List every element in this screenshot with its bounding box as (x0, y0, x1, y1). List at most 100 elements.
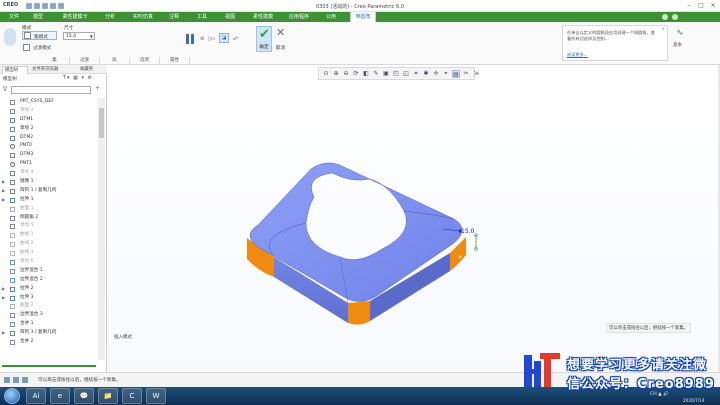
tree-item[interactable]: 倒圆角 2 (0, 214, 97, 223)
pause-icon[interactable] (186, 34, 194, 44)
taskbar-app-ie[interactable]: e (50, 388, 70, 404)
tab-live-simulation[interactable]: 实时仿真 (128, 12, 158, 22)
subtab-segments[interactable]: 段 (100, 57, 130, 65)
tree-item[interactable]: 草绘 4 (0, 169, 97, 178)
filter-icon[interactable]: ∇ (3, 86, 7, 93)
tab-file[interactable]: 文件 (4, 12, 24, 22)
minimize-icon[interactable]: – (684, 2, 694, 10)
round-icon (10, 215, 15, 221)
chevron-down-icon[interactable]: ▼ (90, 33, 93, 40)
wave-icon[interactable]: ∿ (676, 28, 684, 38)
tree-item[interactable]: ▶ 拉伸 1 (0, 196, 97, 205)
tree-item[interactable]: 曲线 2 (0, 240, 97, 249)
tab-model[interactable]: 模型 (28, 12, 48, 22)
add-icon[interactable]: + (95, 85, 100, 92)
expand-arrow-icon[interactable]: ▶ (2, 196, 7, 205)
tree-search-input[interactable] (11, 86, 91, 94)
tab-flexible-card[interactable]: 柔性建模卡 (56, 12, 94, 22)
tab-applications[interactable]: 应用程序 (284, 12, 314, 22)
tab-flexible-modeling[interactable]: 柔性建模 (248, 12, 278, 22)
tab-tools[interactable]: 工具 (192, 12, 212, 22)
tree-item[interactable]: 合并 1 (0, 320, 97, 329)
expand-arrow-icon[interactable]: ▶ (2, 329, 7, 338)
tree-item[interactable]: PRT_CSYS_DEF (0, 98, 97, 107)
tree-item[interactable]: 合并 2 (0, 338, 97, 347)
taskbar-app-illustrator[interactable]: Ai (26, 388, 46, 404)
graphics-viewport[interactable]: ⊙ ⊕ ⊖ ⟳ ◧ ✎ ▣ ◰ ◱ ⌗ ✱ ✢ ⌖ ▤ ✂ ⇲ 15.0 可以单… (108, 65, 720, 372)
tree-item[interactable]: 边界混合 2 (0, 276, 97, 285)
subtab-transitions[interactable]: 过渡 (70, 57, 100, 65)
expand-arrow-icon[interactable]: ▶ (2, 187, 7, 196)
help-icon[interactable] (662, 14, 668, 20)
tab-common[interactable]: 公用 (320, 12, 342, 22)
subtab-sets[interactable]: 集 (40, 57, 70, 65)
tree-item[interactable]: 曲面 1 (0, 205, 97, 214)
taskbar-app-creo[interactable]: C (122, 388, 142, 404)
tree-item[interactable]: 边界混合 1 (0, 267, 97, 276)
ok-button[interactable]: ✔ 确定 (256, 26, 272, 52)
tree-item[interactable]: ▶ 镜像 1 (0, 178, 97, 187)
expand-arrow-icon[interactable]: ▶ (2, 294, 7, 303)
tree-item[interactable]: DTM1 (0, 116, 97, 125)
tab-round[interactable]: 倒圆角 (350, 12, 376, 22)
right-group-label: 基本 (673, 43, 682, 48)
start-button[interactable] (4, 388, 20, 404)
cancel-button[interactable]: ✕ 取消 (273, 26, 288, 52)
panel-tab-model-tree[interactable]: 模型树 (2, 66, 28, 74)
no-preview-icon[interactable]: ⊘ (200, 36, 204, 42)
separate-preview-icon[interactable]: ▯▭ (208, 36, 215, 42)
tree-item-label: 曲面 1 (20, 205, 34, 211)
expand-arrow-icon[interactable]: ▶ (2, 285, 7, 294)
status-icon-1[interactable] (4, 377, 10, 383)
maximize-icon[interactable]: □ (696, 2, 706, 10)
transition-mode-button[interactable]: 过渡模式 (22, 43, 57, 52)
tree-item[interactable]: ▶ 阵列 1 / 复制几何 (0, 187, 97, 196)
panel-tab-folder-browser[interactable]: 文件夹浏览器 (32, 66, 76, 74)
tree-item[interactable]: DTM3 (0, 151, 97, 160)
set-mode-button[interactable]: 集模式 (22, 31, 57, 40)
taskbar-app-chat[interactable]: 💬 (74, 388, 94, 404)
expand-arrow-icon[interactable]: ▶ (2, 178, 7, 187)
watermark-overlay: 想要学习更多请关注微 信公众号：Creo8989 (520, 349, 720, 393)
tree-item[interactable]: PNT1 (0, 160, 97, 169)
tree-item[interactable]: ▶ 拉伸 2 (0, 285, 97, 294)
tree-item[interactable]: 草绘 5 (0, 222, 97, 231)
subtab-properties[interactable]: 属性 (160, 57, 190, 65)
taskbar-app-explorer[interactable]: 📁 (98, 388, 118, 404)
tab-annotate[interactable]: 注释 (164, 12, 184, 22)
close-icon[interactable]: × (708, 2, 718, 10)
tree-item[interactable]: PNT0 (0, 142, 97, 151)
tree-item[interactable]: ▶ 拉伸 3 (0, 294, 97, 303)
help-text: 在单击以定义的圆角段应用创建一个倒圆角，查看所有边选择及控制... (567, 30, 655, 41)
tree-item[interactable]: 草绘 1 (0, 107, 97, 116)
sketch-icon (10, 260, 15, 266)
subtab-options[interactable]: 选项 (130, 57, 160, 65)
tree-item[interactable]: 曲面 2 (0, 302, 97, 311)
tree-item[interactable]: 草绘 2 (0, 125, 97, 134)
tree-item-label: 倒圆角 2 (20, 214, 39, 220)
tree-scrollbar[interactable] (98, 98, 105, 360)
tab-analysis[interactable]: 分析 (100, 12, 120, 22)
connected-preview-icon[interactable]: ◪ (219, 33, 229, 43)
help-more-link[interactable]: 阅读更多... (567, 52, 588, 58)
tree-scroll-thumb[interactable] (99, 108, 104, 138)
taskbar-app-word[interactable]: W (146, 388, 166, 404)
tree-item-label: 边界混合 3 (20, 312, 43, 318)
settings-icon[interactable] (672, 14, 678, 20)
panel-tab-favorites[interactable]: 收藏夹 (80, 66, 102, 74)
help-close-icon[interactable]: × (661, 27, 665, 32)
tree-item[interactable]: 边界混合 3 (0, 311, 97, 320)
tree-item[interactable]: 曲线 1 (0, 231, 97, 240)
tree-item[interactable]: 草绘 6 (0, 258, 97, 267)
tree-settings-icon[interactable]: T▾ ▦ ▾ ⚙ (63, 75, 93, 81)
tree-item[interactable]: DTM2 (0, 134, 97, 143)
radius-dimension-label[interactable]: 15.0 (461, 228, 475, 235)
verify-preview-icon[interactable]: ☍ (233, 36, 238, 42)
tree-item[interactable]: ▶ 阵列 3 / 复制几何 (0, 329, 97, 338)
tree-item-label: 合并 1 (20, 321, 34, 327)
status-icon-2[interactable] (13, 377, 19, 383)
status-icon-3[interactable] (22, 377, 28, 383)
radius-value-input[interactable]: 15.0 ▼ (63, 32, 95, 40)
tab-view[interactable]: 视图 (220, 12, 240, 22)
tree-item[interactable]: 曲线 3 (0, 249, 97, 258)
